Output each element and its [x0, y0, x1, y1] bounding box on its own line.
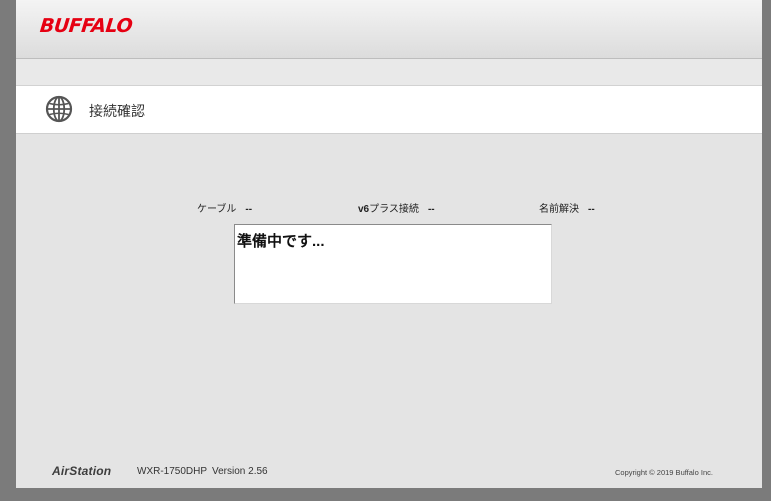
page-title-bar: 接続確認: [16, 86, 762, 134]
name-resolution-label: 名前解決: [539, 204, 579, 215]
name-resolution-value: --: [588, 204, 595, 215]
v6plus-status-prefix: v6: [358, 204, 370, 215]
sub-navigation-bar: [16, 59, 762, 86]
status-message: 準備中です...: [237, 233, 325, 250]
v6plus-status-value: --: [427, 204, 435, 215]
model-name: WXR-1750DHP: [137, 466, 208, 477]
connection-status-row: ケーブル -- v6プラス接続 -- 名前解決 --: [16, 200, 762, 215]
app-window: BUFFALO 接続確認 ケーブル -- v6プラス接続 -- 名前解決 -- 準備中…: [16, 0, 762, 488]
buffalo-logo: BUFFALO: [38, 15, 134, 37]
firmware-version: Version 2.56: [212, 466, 268, 477]
airstation-logo: AirStation: [52, 464, 112, 478]
status-message-box: 準備中です...: [234, 224, 552, 304]
footer: AirStation WXR-1750DHP Version 2.56 Copy…: [16, 460, 762, 484]
v6plus-status-label: プラス接続: [369, 204, 419, 215]
header-bar: BUFFALO: [16, 0, 762, 59]
cable-status-value: --: [245, 204, 253, 215]
copyright: Copyright © 2019 Buffalo Inc.: [615, 468, 713, 477]
cable-status: ケーブル --: [197, 200, 252, 215]
globe-icon: [45, 95, 73, 123]
cable-status-label: ケーブル: [197, 204, 237, 215]
name-resolution-status: 名前解決 --: [539, 200, 595, 215]
v6plus-status: v6プラス接続 --: [358, 200, 435, 215]
page-title: 接続確認: [89, 103, 145, 119]
